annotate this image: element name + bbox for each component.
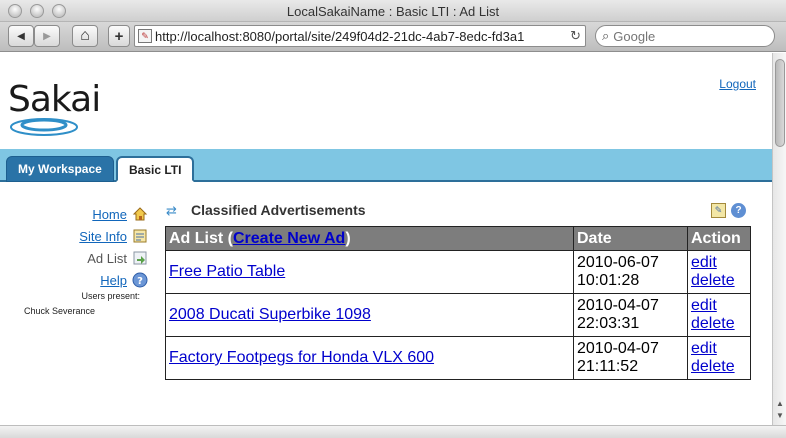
- table-row: Factory Footpegs for Honda VLX 600 2010-…: [165, 336, 751, 380]
- plus-icon: +: [114, 27, 124, 45]
- page-content: Sakai Logout My Workspace Basic LTI Home…: [0, 53, 772, 425]
- forward-button[interactable]: ▶: [34, 25, 60, 47]
- ad-date: 2010-06-07: [577, 254, 659, 271]
- delete-link[interactable]: delete: [691, 358, 735, 375]
- search-input[interactable]: [613, 28, 754, 44]
- add-bookmark-button[interactable]: +: [108, 25, 130, 47]
- scroll-down-arrow-icon[interactable]: ▼: [775, 411, 785, 420]
- browser-toolbar: ◀ ▶ ⌂ + ✎ ↻ ⌕: [0, 22, 786, 52]
- tab-basic-lti[interactable]: Basic LTI: [116, 156, 195, 182]
- tool-help-icon[interactable]: ?: [731, 203, 746, 218]
- help-icon: ?: [132, 272, 148, 288]
- edit-link[interactable]: edit: [691, 297, 717, 314]
- home-icon: [132, 206, 148, 222]
- tool-title-bar: ⇄ Classified Advertisements ✎ ?: [166, 201, 752, 221]
- ad-action-cell: edit delete: [687, 336, 751, 380]
- ad-date-cell: 2010-04-07 21:11:52: [573, 336, 688, 380]
- scrollbar-thumb[interactable]: [775, 59, 785, 147]
- house-icon: ⌂: [80, 27, 90, 44]
- nav-site-info-link[interactable]: Site Info: [79, 229, 127, 244]
- ad-list-table: Ad List (Create New Ad) Date Action Free…: [165, 226, 751, 380]
- tool-title: Classified Advertisements: [191, 202, 366, 218]
- tab-my-workspace[interactable]: My Workspace: [6, 156, 114, 182]
- column-header-date: Date: [573, 226, 688, 251]
- ad-action-cell: edit delete: [687, 250, 751, 294]
- logo-text: Sakai: [8, 79, 101, 120]
- sakai-logo: Sakai: [8, 79, 101, 136]
- svg-text:?: ?: [137, 276, 143, 287]
- nav-item-site-info[interactable]: Site Info: [79, 227, 148, 245]
- nav-item-help[interactable]: Help ?: [100, 271, 148, 289]
- home-button[interactable]: ⌂: [72, 25, 98, 47]
- ad-title-cell: 2008 Ducati Superbike 1098: [165, 293, 574, 337]
- ad-list-header-suffix: ): [345, 229, 351, 247]
- ad-list-header-prefix: Ad List (: [169, 229, 233, 247]
- window-title: LocalSakaiName : Basic LTI : Ad List: [286, 4, 500, 19]
- forward-icon: ▶: [43, 30, 51, 42]
- nav-ad-list-label: Ad List: [87, 250, 127, 266]
- ad-date: 2010-04-07: [577, 340, 659, 357]
- ad-time: 10:01:28: [577, 272, 640, 289]
- scroll-up-arrow-icon[interactable]: ▲: [775, 399, 785, 408]
- ad-time: 22:03:31: [577, 315, 640, 332]
- logout-link[interactable]: Logout: [719, 77, 756, 91]
- edit-link[interactable]: edit: [691, 254, 717, 271]
- ad-title-link[interactable]: 2008 Ducati Superbike 1098: [169, 306, 371, 323]
- delete-link[interactable]: delete: [691, 272, 735, 289]
- presence-label: Users present:: [81, 291, 140, 301]
- ad-title-cell: Factory Footpegs for Honda VLX 600: [165, 336, 574, 380]
- window-bottom-bar: [0, 425, 786, 438]
- table-row: 2008 Ducati Superbike 1098 2010-04-07 22:…: [165, 293, 751, 337]
- ad-title-link[interactable]: Factory Footpegs for Honda VLX 600: [169, 349, 434, 366]
- logo-waves-icon: [10, 118, 78, 136]
- presence-user: Chuck Severance: [24, 306, 96, 316]
- reset-icon[interactable]: ⇄: [166, 203, 177, 219]
- table-row: Free Patio Table 2010-06-07 10:01:28 edit…: [165, 250, 751, 294]
- ad-action-cell: edit delete: [687, 293, 751, 337]
- reload-icon[interactable]: ↻: [570, 28, 581, 44]
- column-header-ad-list: Ad List (Create New Ad): [165, 226, 574, 251]
- search-box[interactable]: ⌕: [595, 25, 775, 47]
- address-bar[interactable]: ✎ ↻: [134, 25, 586, 47]
- nav-item-ad-list[interactable]: Ad List: [87, 249, 148, 267]
- window-titlebar: LocalSakaiName : Basic LTI : Ad List: [0, 0, 786, 22]
- ad-date-cell: 2010-06-07 10:01:28: [573, 250, 688, 294]
- ad-date: 2010-04-07: [577, 297, 659, 314]
- back-button[interactable]: ◀: [8, 25, 34, 47]
- edit-link[interactable]: edit: [691, 340, 717, 357]
- nav-home-link[interactable]: Home: [92, 207, 127, 222]
- site-tab-bar: My Workspace Basic LTI: [0, 149, 772, 182]
- delete-link[interactable]: delete: [691, 315, 735, 332]
- tool-icon: [132, 250, 148, 266]
- nav-help-link[interactable]: Help: [100, 273, 127, 288]
- site-info-icon: [132, 228, 148, 244]
- create-new-ad-link[interactable]: Create New Ad: [233, 230, 345, 247]
- vertical-scrollbar[interactable]: ▲ ▼: [772, 53, 786, 425]
- url-input[interactable]: [155, 28, 565, 44]
- edit-tool-icon[interactable]: ✎: [711, 203, 726, 218]
- search-icon: ⌕: [602, 28, 610, 43]
- ad-title-link[interactable]: Free Patio Table: [169, 263, 285, 280]
- column-header-action: Action: [687, 226, 751, 251]
- nav-item-home[interactable]: Home: [92, 205, 148, 223]
- ad-title-cell: Free Patio Table: [165, 250, 574, 294]
- ad-date-cell: 2010-04-07 22:03:31: [573, 293, 688, 337]
- ad-time: 21:11:52: [577, 358, 639, 375]
- table-header-row: Ad List (Create New Ad) Date Action: [165, 226, 751, 251]
- back-icon: ◀: [17, 30, 25, 42]
- site-favicon-icon: ✎: [138, 29, 152, 43]
